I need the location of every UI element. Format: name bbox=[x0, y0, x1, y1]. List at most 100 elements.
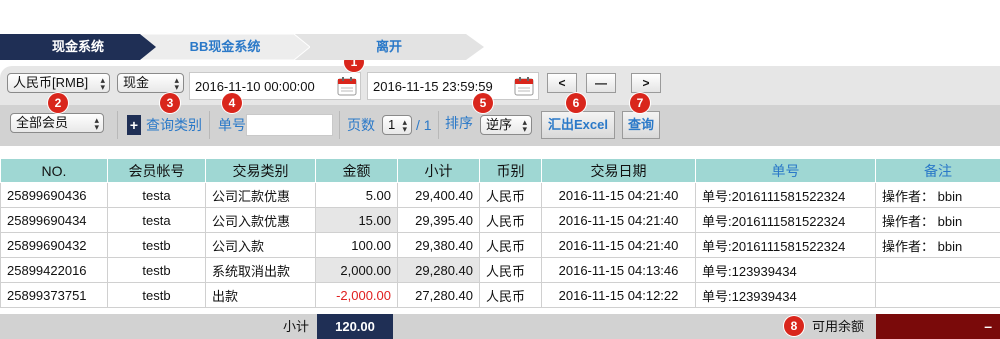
cell-date: 2016-11-15 04:21:40 bbox=[541, 232, 696, 258]
col-header-currency[interactable]: 币别 bbox=[479, 158, 542, 183]
currency-select-value: 人民币[RMB] bbox=[13, 75, 89, 90]
cell-no: 25899690432 bbox=[0, 232, 108, 258]
cell-order: 单号:2016111581522324 bbox=[695, 232, 876, 258]
order-no-label: 单号 bbox=[218, 117, 246, 133]
cell-date: 2016-11-15 04:21:40 bbox=[541, 182, 696, 208]
currency-select[interactable]: 人民币[RMB] ▴ ▾ bbox=[7, 73, 110, 93]
account-type-select[interactable]: 现金 ▴ ▾ bbox=[117, 73, 184, 93]
transactions-table: NO. 会员帐号 交易类别 金额 小计 币别 交易日期 单号 备注 258996… bbox=[0, 158, 1000, 308]
tab-bb-cash-system[interactable]: BB现金系统 bbox=[140, 34, 310, 60]
start-date-input[interactable]: 2016-11-10 00:00:00 bbox=[189, 72, 361, 100]
cell-note bbox=[875, 282, 1000, 308]
table-row: 25899690434 testa 公司入款优惠 15.00 29,395.40… bbox=[0, 207, 1000, 233]
cell-no: 25899690434 bbox=[0, 207, 108, 233]
sort-label: 排序 bbox=[445, 115, 473, 131]
table-row: 25899422016 testb 系统取消出款 2,000.00 29,280… bbox=[0, 257, 1000, 283]
cell-amount: -2,000.00 bbox=[315, 282, 398, 308]
cell-order: 单号:123939434 bbox=[695, 257, 876, 283]
col-header-amount[interactable]: 金额 bbox=[315, 158, 398, 183]
select-down-arrow-icon: ▾ bbox=[100, 82, 105, 92]
cell-account: testa bbox=[107, 207, 206, 233]
col-header-type[interactable]: 交易类别 bbox=[205, 158, 316, 183]
divider bbox=[209, 111, 210, 139]
cell-type: 公司入款优惠 bbox=[205, 207, 316, 233]
select-down-arrow-icon: ▾ bbox=[94, 122, 99, 132]
cell-subtotal: 27,280.40 bbox=[397, 282, 480, 308]
cell-note bbox=[875, 257, 1000, 283]
cell-account: testb bbox=[107, 232, 206, 258]
table-row: 25899690436 testa 公司汇款优惠 5.00 29,400.40 … bbox=[0, 182, 1000, 208]
start-date-value: 2016-11-10 00:00:00 bbox=[195, 79, 315, 94]
cell-no: 25899422016 bbox=[0, 257, 108, 283]
end-date-value: 2016-11-15 23:59:59 bbox=[373, 79, 493, 94]
table-footer: 小计 120.00 可用余额 – bbox=[0, 314, 1000, 339]
tab-leave[interactable]: 离开 bbox=[294, 34, 484, 60]
cell-amount: 100.00 bbox=[315, 232, 398, 258]
cell-order: 单号:2016111581522324 bbox=[695, 182, 876, 208]
cell-type: 出款 bbox=[205, 282, 316, 308]
cell-type: 公司入款 bbox=[205, 232, 316, 258]
col-header-note[interactable]: 备注 bbox=[875, 158, 1000, 183]
cell-note: 操作者： bbin bbox=[875, 232, 1000, 258]
divider bbox=[438, 111, 439, 139]
order-no-input[interactable] bbox=[246, 114, 333, 136]
tab-cash-label: 现金系统 bbox=[51, 39, 104, 54]
badge-5: 5 bbox=[473, 93, 493, 113]
tab-cash-system[interactable]: 现金系统 bbox=[0, 34, 156, 60]
col-header-no[interactable]: NO. bbox=[0, 158, 108, 183]
col-header-subtotal[interactable]: 小计 bbox=[397, 158, 480, 183]
cell-subtotal: 29,380.40 bbox=[397, 232, 480, 258]
cell-account: testa bbox=[107, 182, 206, 208]
query-type-link[interactable]: 查询类别 bbox=[146, 114, 202, 136]
prev-period-button[interactable]: < bbox=[547, 73, 577, 93]
cell-amount: 15.00 bbox=[315, 207, 398, 233]
next-period-button[interactable]: > bbox=[631, 73, 661, 93]
badge-4: 4 bbox=[222, 93, 242, 113]
page-select[interactable]: 1 ▴ ▾ bbox=[382, 115, 412, 135]
cell-amount: 2,000.00 bbox=[315, 257, 398, 283]
col-header-date[interactable]: 交易日期 bbox=[541, 158, 696, 183]
cell-currency: 人民币 bbox=[479, 257, 542, 283]
query-button[interactable]: 查询 bbox=[622, 111, 660, 139]
cell-currency: 人民币 bbox=[479, 207, 542, 233]
cell-no: 25899690436 bbox=[0, 182, 108, 208]
select-down-arrow-icon: ▾ bbox=[174, 82, 179, 92]
table-header-row: NO. 会员帐号 交易类别 金额 小计 币别 交易日期 单号 备注 bbox=[0, 158, 1000, 183]
cell-account: testb bbox=[107, 282, 206, 308]
account-type-select-value: 现金 bbox=[123, 75, 150, 90]
cell-account: testb bbox=[107, 257, 206, 283]
col-header-account[interactable]: 会员帐号 bbox=[107, 158, 206, 183]
cell-order: 单号:2016111581522324 bbox=[695, 207, 876, 233]
cell-date: 2016-11-15 04:13:46 bbox=[541, 257, 696, 283]
badge-3: 3 bbox=[160, 93, 180, 113]
cell-subtotal: 29,395.40 bbox=[397, 207, 480, 233]
divider bbox=[339, 111, 340, 139]
cell-date: 2016-11-15 04:12:22 bbox=[541, 282, 696, 308]
system-tabs: 离开 BB现金系统 现金系统 bbox=[0, 34, 485, 60]
cell-currency: 人民币 bbox=[479, 282, 542, 308]
badge-7: 7 bbox=[630, 93, 650, 113]
col-header-order[interactable]: 单号 bbox=[695, 158, 876, 183]
current-period-button[interactable]: — bbox=[586, 73, 616, 93]
tab-leave-label: 离开 bbox=[375, 39, 402, 54]
cell-subtotal: 29,400.40 bbox=[397, 182, 480, 208]
cell-currency: 人民币 bbox=[479, 232, 542, 258]
table-row: 25899690432 testb 公司入款 100.00 29,380.40 … bbox=[0, 232, 1000, 258]
cell-order: 单号:123939434 bbox=[695, 282, 876, 308]
cell-subtotal: 29,280.40 bbox=[397, 257, 480, 283]
select-down-arrow-icon: ▾ bbox=[402, 124, 407, 134]
sort-select-value: 逆序 bbox=[486, 117, 513, 132]
divider bbox=[117, 111, 118, 139]
page-total: / 1 bbox=[416, 117, 432, 133]
sort-select[interactable]: 逆序 ▴ ▾ bbox=[480, 115, 532, 135]
start-calendar-icon[interactable] bbox=[337, 76, 357, 96]
end-calendar-icon[interactable] bbox=[514, 76, 534, 96]
plus-icon[interactable]: + bbox=[127, 115, 141, 135]
tab-bb-label: BB现金系统 bbox=[189, 39, 261, 54]
page-label: 页数 bbox=[347, 117, 375, 133]
member-scope-select[interactable]: 全部会员 ▴ ▾ bbox=[10, 113, 104, 133]
cell-note: 操作者： bbin bbox=[875, 182, 1000, 208]
cell-date: 2016-11-15 04:21:40 bbox=[541, 207, 696, 233]
export-excel-button[interactable]: 汇出Excel bbox=[541, 111, 615, 139]
badge-2: 2 bbox=[48, 93, 68, 113]
